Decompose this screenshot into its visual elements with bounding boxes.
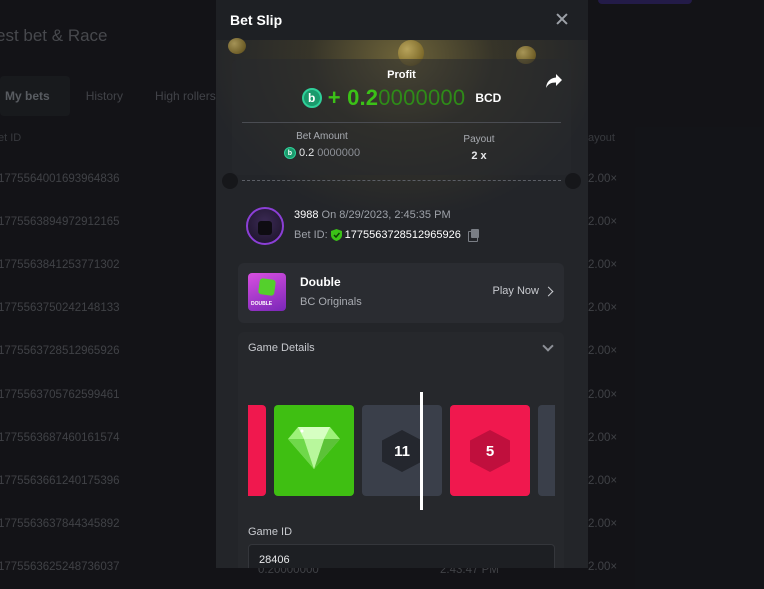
result-marker [420,392,423,510]
game-details-card: Game Details 11 5 Game ID 28406 [238,332,564,568]
payout-label: Payout [463,134,495,145]
profit-currency: BCD [475,91,502,105]
profit-value: + 0.20000000 [328,85,466,111]
bet-amount-faint: 0000000 [317,147,361,159]
result-strip: 11 5 [248,405,555,497]
bet-id-line: Bet ID: 1775563728512965926 [294,229,479,242]
avatar-figure [258,221,272,235]
bet-amount-label: Bet Amount [296,131,348,142]
payout-stat: Payout 2 x [444,134,514,162]
game-thumbnail: DOUBLE [248,273,286,311]
bcd-coin-icon: b [283,147,296,159]
ticket-notch [565,173,581,189]
result-tile-red [248,405,266,496]
date-prefix: On [321,209,337,221]
dashed-line [242,180,561,181]
gem-icon [257,277,277,297]
bet-amount-stat: Bet Amount b 0.2 0000000 [272,131,372,159]
username[interactable]: 3988 [294,209,318,221]
user-row: 3988 On 8/29/2023, 2:45:35 PM Bet ID: 17… [238,201,568,257]
shield-check-icon [330,229,342,241]
user-line: 3988 On 8/29/2023, 2:45:35 PM [294,209,451,221]
diamond-icon [288,427,340,469]
modal-header: Bet Slip [216,0,588,40]
close-icon[interactable] [552,10,572,30]
profit-row: b + 0.20000000 BCD [232,85,571,111]
bet-id-label: Bet ID: [294,229,328,241]
result-tile-gray: 11 [362,405,442,496]
ticket-notch [222,173,238,189]
game-provider: BC Originals [300,296,362,308]
result-tile-red: 5 [450,405,530,496]
coin-decoration [228,38,246,54]
share-icon[interactable] [545,73,563,89]
divider [242,122,561,123]
result-tile-green [274,405,354,496]
game-card[interactable]: DOUBLE Double BC Originals Play Now [238,263,564,323]
bet-amount-main: 0.2 [298,147,315,159]
profit-label: Profit [387,69,416,81]
profit-sign: + [327,85,341,110]
bcd-coin-icon: b [301,88,322,108]
game-details-title[interactable]: Game Details [248,342,315,354]
result-tile-gray [538,405,555,496]
profit-card: Profit b + 0.20000000 BCD Bet Amount b 0… [232,59,571,175]
game-name: Double [300,275,341,289]
bet-datetime: 8/29/2023, 2:45:35 PM [339,209,451,221]
bet-id-value: 1775563728512965926 [344,229,461,241]
game-id-field[interactable]: 28406 [248,544,555,568]
bet-amount-value: b 0.2 0000000 [272,147,372,159]
avatar[interactable] [246,207,284,245]
tile-number: 5 [470,430,510,472]
copy-icon[interactable] [467,229,479,242]
play-now-button[interactable]: Play Now [492,285,554,297]
game-id-label: Game ID [248,526,293,538]
tile-number: 11 [382,430,422,472]
play-now-label: Play Now [492,285,539,297]
bet-slip-modal: Bet Slip Profit b + 0.20000000 BCD Bet A… [216,0,588,568]
modal-title: Bet Slip [230,12,283,28]
profit-value-main: 0.2 [347,85,379,110]
payout-value: 2 x [471,150,487,162]
modal-body: Profit b + 0.20000000 BCD Bet Amount b 0… [216,38,588,568]
ticket-divider [222,173,581,189]
game-thumb-tag: DOUBLE [251,301,273,307]
chevron-down-icon[interactable] [542,340,554,352]
profit-value-faint: 0000000 [378,85,466,110]
chevron-right-icon [543,286,554,296]
